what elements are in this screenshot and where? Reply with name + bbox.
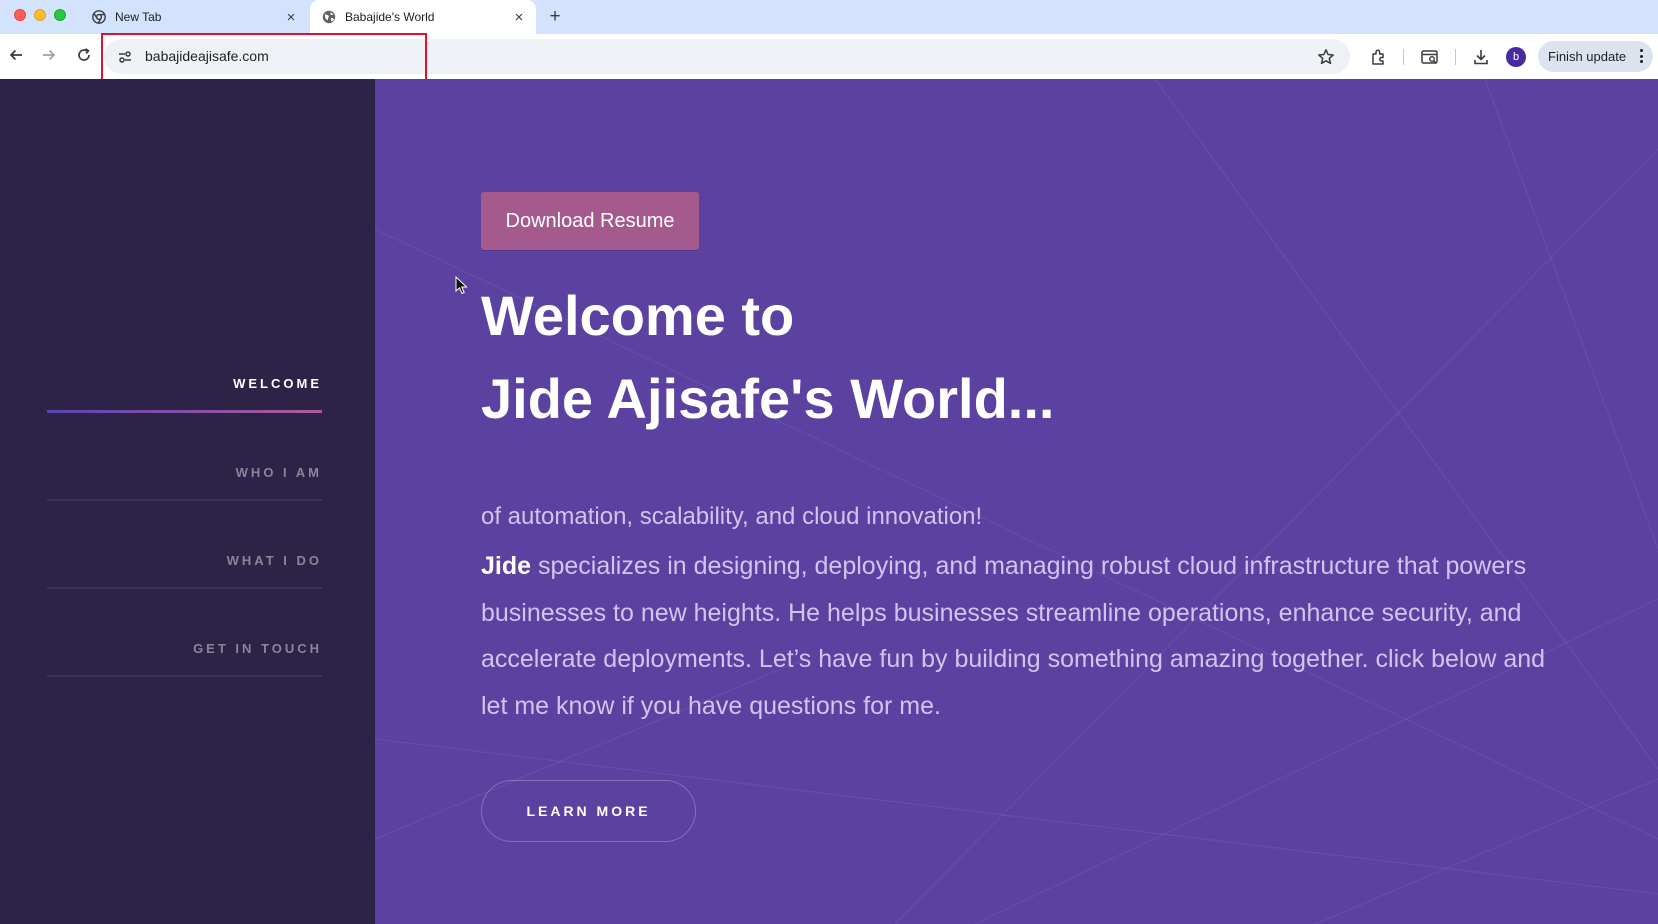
profile-avatar[interactable]: b	[1506, 47, 1526, 67]
star-icon[interactable]	[1316, 47, 1336, 67]
hero-section: Download Resume Welcome to Jide Ajisafe'…	[375, 79, 1658, 924]
download-icon[interactable]	[1469, 45, 1493, 69]
maximize-window-button[interactable]	[54, 9, 66, 21]
reload-button[interactable]	[71, 44, 97, 70]
cursor-icon	[455, 275, 469, 301]
globe-icon	[322, 10, 336, 24]
sidebar-item-get-in-touch[interactable]: GET IN TOUCH	[47, 641, 322, 656]
tab-title: New Tab	[115, 10, 162, 24]
back-button[interactable]	[3, 44, 29, 70]
forward-button[interactable]	[36, 44, 62, 70]
sidebar-divider	[47, 499, 322, 501]
url-highlight-box	[101, 33, 427, 82]
sidebar-item-who-i-am[interactable]: WHO I AM	[47, 465, 322, 480]
tab-strip: New Tab × Babajide's World × +	[0, 0, 1658, 34]
toolbar-divider	[1403, 49, 1404, 65]
bio-text: specializes in designing, deploying, and…	[481, 552, 1546, 720]
tab-close-button[interactable]: ×	[508, 6, 530, 28]
web-page: WELCOME WHO I AM WHAT I DO GET IN TOUCH …	[0, 79, 1658, 924]
download-resume-button[interactable]: Download Resume	[481, 192, 699, 250]
sidebar: WELCOME WHO I AM WHAT I DO GET IN TOUCH	[0, 79, 375, 924]
sidebar-divider	[47, 675, 322, 677]
bio-name: Jide	[481, 552, 532, 580]
back-arrow-icon	[8, 47, 24, 68]
tab-babajides-world[interactable]: Babajide's World ×	[310, 0, 536, 34]
reload-icon	[76, 47, 92, 68]
sidebar-divider	[47, 587, 322, 589]
chrome-icon	[92, 10, 106, 24]
finish-update-button[interactable]: Finish update	[1538, 41, 1653, 72]
kebab-menu-icon[interactable]	[1638, 47, 1644, 65]
headline-line1: Welcome to	[481, 284, 795, 347]
forward-arrow-icon	[41, 47, 57, 68]
sidebar-item-welcome[interactable]: WELCOME	[47, 376, 322, 391]
sidebar-item-what-i-do[interactable]: WHAT I DO	[47, 553, 322, 568]
tab-new-tab[interactable]: New Tab ×	[80, 0, 308, 34]
extensions-icon[interactable]	[1367, 45, 1391, 69]
hero-subtitle: of automation, scalability, and cloud in…	[481, 503, 983, 530]
tab-search-icon[interactable]	[1418, 45, 1442, 69]
hero-bio: Jide specializes in designing, deploying…	[481, 543, 1546, 729]
sidebar-active-underline	[47, 410, 322, 413]
toolbar-divider	[1455, 49, 1456, 65]
tab-close-button[interactable]: ×	[280, 6, 302, 28]
headline-line2: Jide Ajisafe's World...	[481, 367, 1055, 430]
minimize-window-button[interactable]	[34, 9, 46, 21]
tab-title: Babajide's World	[345, 10, 435, 24]
new-tab-button[interactable]: +	[543, 5, 567, 29]
finish-update-label: Finish update	[1548, 49, 1627, 64]
learn-more-button[interactable]: LEARN MORE	[481, 780, 696, 842]
close-window-button[interactable]	[14, 9, 26, 21]
